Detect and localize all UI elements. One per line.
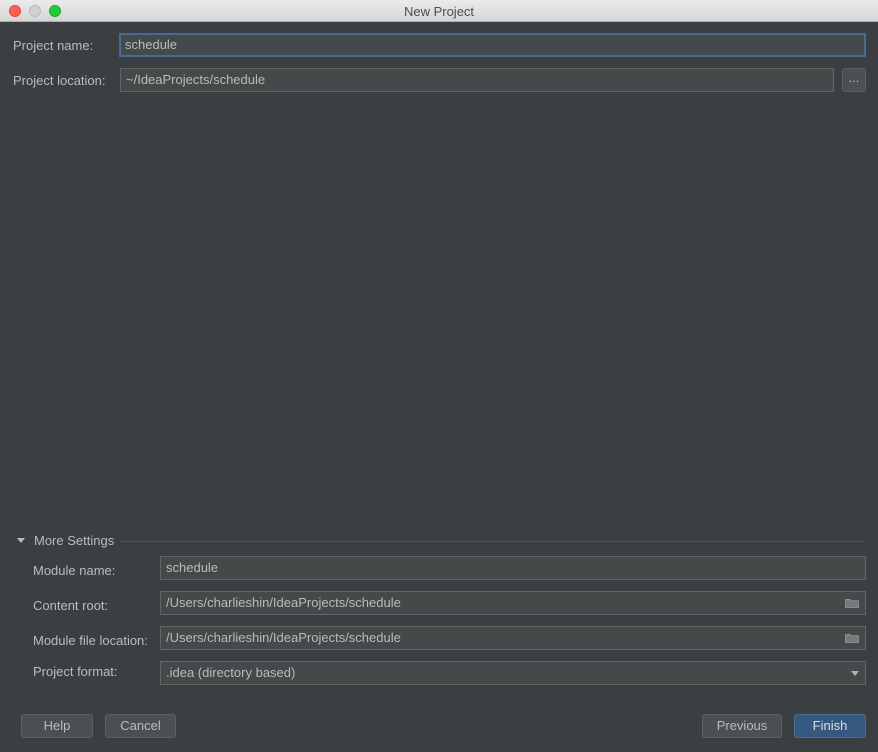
module-file-location-input[interactable]: /Users/charlieshin/IdeaProjects/schedule xyxy=(160,626,866,650)
cancel-button[interactable]: Cancel xyxy=(105,714,176,738)
help-button[interactable]: Help xyxy=(21,714,93,738)
folder-icon[interactable] xyxy=(845,633,859,643)
previous-button[interactable]: Previous xyxy=(702,714,782,738)
window-title: New Project xyxy=(403,4,475,19)
finish-button[interactable]: Finish xyxy=(794,714,866,738)
browse-location-button[interactable]: ... xyxy=(842,68,866,92)
chevron-down-icon xyxy=(851,671,859,676)
project-name-label: Project name: xyxy=(13,38,94,53)
project-location-label: Project location: xyxy=(13,73,106,88)
triangle-down-icon xyxy=(17,538,25,543)
content-root-value: /Users/charlieshin/IdeaProjects/schedule xyxy=(166,595,401,610)
module-file-location-value: /Users/charlieshin/IdeaProjects/schedule xyxy=(166,630,401,645)
module-name-label: Module name: xyxy=(33,563,116,578)
title-bar: New Project xyxy=(0,0,878,22)
module-name-input[interactable]: schedule xyxy=(160,556,866,580)
project-location-input[interactable]: ~/IdeaProjects/schedule xyxy=(120,68,834,92)
content-root-label: Content root: xyxy=(33,598,109,613)
project-format-label: Project format: xyxy=(33,664,118,679)
project-format-select[interactable]: .idea (directory based) xyxy=(160,661,866,685)
project-name-input[interactable]: schedule xyxy=(119,33,866,57)
more-settings-divider xyxy=(120,541,865,542)
more-settings-label: More Settings xyxy=(34,533,115,548)
new-project-dialog: New Project Project name: schedule Proje… xyxy=(0,0,878,752)
project-format-value: .idea (directory based) xyxy=(166,665,296,680)
module-file-location-label: Module file location: xyxy=(33,633,148,648)
folder-icon[interactable] xyxy=(845,598,859,608)
content-root-input[interactable]: /Users/charlieshin/IdeaProjects/schedule xyxy=(160,591,866,615)
